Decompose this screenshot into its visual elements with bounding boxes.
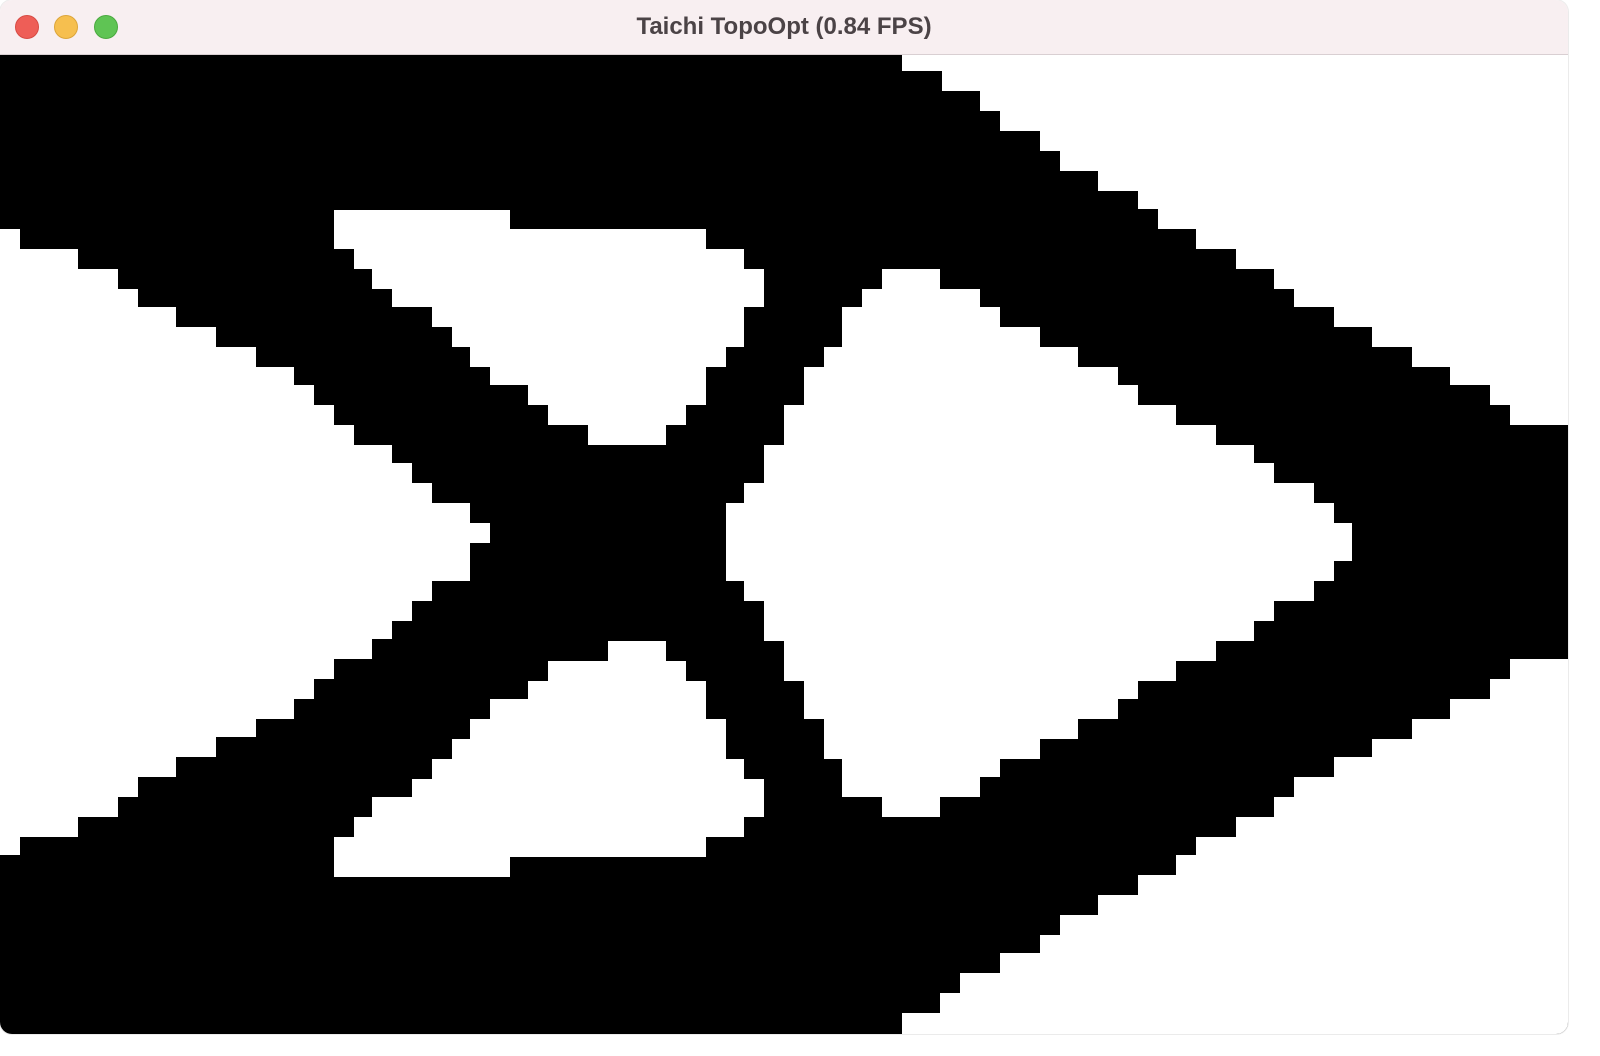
window-title: Taichi TopoOpt (0.84 FPS) [636, 13, 932, 40]
topology-canvas [0, 55, 1568, 1034]
app-window: Taichi TopoOpt (0.84 FPS) [0, 0, 1568, 1034]
density-field [0, 55, 1568, 1034]
title-bar[interactable]: Taichi TopoOpt (0.84 FPS) [0, 0, 1568, 55]
